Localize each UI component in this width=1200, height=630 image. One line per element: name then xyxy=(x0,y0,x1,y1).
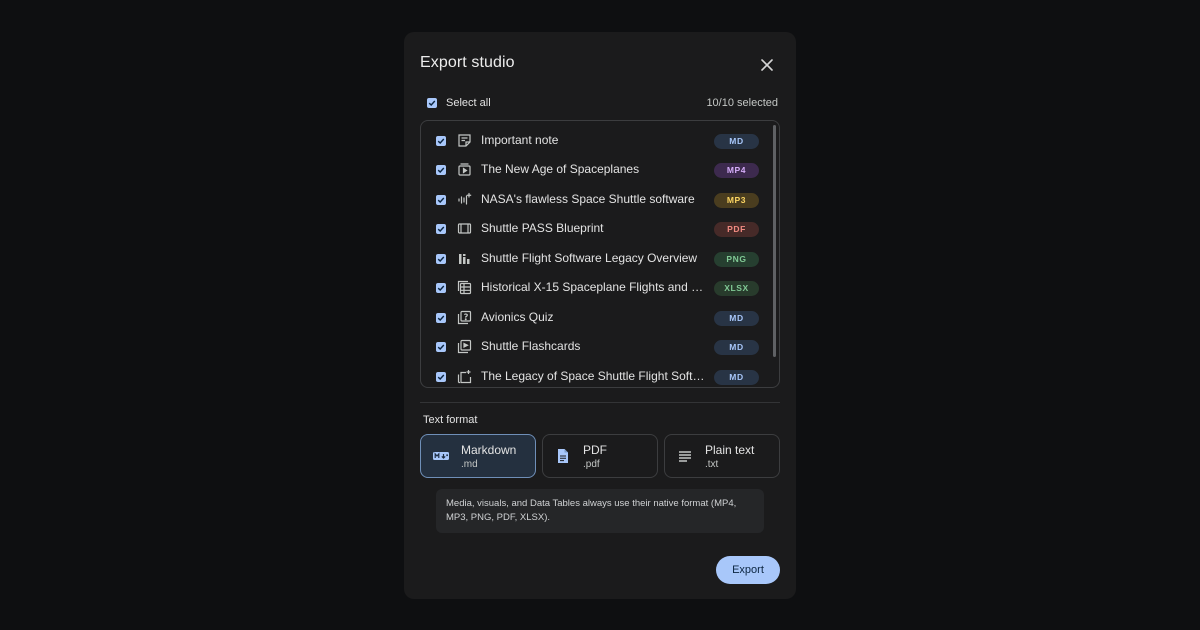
format-badge: MP4 xyxy=(714,163,759,178)
audio-overview-icon xyxy=(457,192,472,207)
item-name: Shuttle PASS Blueprint xyxy=(481,221,604,235)
format-badge: MD xyxy=(714,340,759,355)
slides-icon xyxy=(457,221,472,236)
format-extension: .txt xyxy=(705,459,719,470)
text-format-label: Text format xyxy=(423,414,478,426)
list-item[interactable]: The New Age of Spaceplanes MP4 xyxy=(421,153,761,182)
format-name: Plain text xyxy=(705,443,755,457)
list-item[interactable]: Historical X-15 Spaceplane Flights and P… xyxy=(421,271,761,300)
item-checkbox[interactable] xyxy=(436,136,446,146)
format-extension: .md xyxy=(461,459,478,470)
format-badge: PDF xyxy=(714,222,759,237)
export-button[interactable]: Export xyxy=(716,556,780,584)
item-name: The Legacy of Space Shuttle Flight Softw… xyxy=(481,369,705,383)
format-option-markdown[interactable]: Markdown .md xyxy=(420,434,536,478)
item-name: Historical X-15 Spaceplane Flights and P… xyxy=(481,280,705,294)
list-item[interactable]: Shuttle PASS Blueprint PDF xyxy=(421,212,761,241)
export-item-list[interactable]: Important note MD The New Age of Spacepl… xyxy=(420,120,780,388)
format-badge: MD xyxy=(714,311,759,326)
format-extension: .pdf xyxy=(583,459,600,470)
item-name: Important note xyxy=(481,133,559,147)
data-table-icon xyxy=(457,280,472,295)
close-icon[interactable] xyxy=(758,56,776,74)
list-item[interactable]: Shuttle Flashcards MD xyxy=(421,330,761,359)
item-checkbox[interactable] xyxy=(436,372,446,382)
section-divider xyxy=(420,402,780,403)
item-checkbox[interactable] xyxy=(436,283,446,293)
select-all-label: Select all xyxy=(446,97,491,109)
dialog-title: Export studio xyxy=(420,54,515,71)
format-badge: PNG xyxy=(714,252,759,267)
list-item[interactable]: Important note MD xyxy=(421,124,761,153)
selected-count: 10/10 selected xyxy=(706,97,778,109)
item-checkbox[interactable] xyxy=(436,342,446,352)
format-badge: MP3 xyxy=(714,193,759,208)
item-name: NASA's flawless Space Shuttle software xyxy=(481,192,695,206)
format-option-plain-text[interactable]: Plain text .txt xyxy=(664,434,780,478)
report-icon xyxy=(457,369,472,384)
item-name: Shuttle Flashcards xyxy=(481,339,581,353)
item-checkbox[interactable] xyxy=(436,195,446,205)
quiz-icon xyxy=(457,310,472,325)
item-name: Shuttle Flight Software Legacy Overview xyxy=(481,251,698,265)
format-badge: MD xyxy=(714,134,759,149)
format-badge: XLSX xyxy=(714,281,759,296)
text-lines-icon xyxy=(676,447,694,465)
item-checkbox[interactable] xyxy=(436,313,446,323)
infographic-icon xyxy=(457,251,472,266)
select-all-row[interactable]: Select all 10/10 selected xyxy=(424,96,778,110)
document-icon xyxy=(554,447,572,465)
list-item[interactable]: Avionics Quiz MD xyxy=(421,301,761,330)
format-badge: MD xyxy=(714,370,759,385)
item-name: The New Age of Spaceplanes xyxy=(481,162,640,176)
list-item[interactable]: NASA's flawless Space Shuttle software M… xyxy=(421,183,761,212)
format-name: PDF xyxy=(583,443,607,457)
list-item[interactable]: Shuttle Flight Software Legacy Overview … xyxy=(421,242,761,271)
item-checkbox[interactable] xyxy=(436,254,446,264)
export-dialog: Export studio Select all 10/10 selected … xyxy=(404,32,796,599)
note-icon xyxy=(457,133,472,148)
video-overview-icon xyxy=(457,162,472,177)
select-all-checkbox[interactable] xyxy=(427,98,437,108)
list-item[interactable]: The Legacy of Space Shuttle Flight Softw… xyxy=(421,360,761,387)
format-option-pdf[interactable]: PDF .pdf xyxy=(542,434,658,478)
item-name: Avionics Quiz xyxy=(481,310,554,324)
item-checkbox[interactable] xyxy=(436,224,446,234)
item-checkbox[interactable] xyxy=(436,165,446,175)
native-format-note: Media, visuals, and Data Tables always u… xyxy=(436,489,764,533)
markdown-icon xyxy=(432,447,450,465)
flashcards-icon xyxy=(457,339,472,354)
format-name: Markdown xyxy=(461,443,517,457)
list-scrollbar[interactable] xyxy=(773,125,776,357)
